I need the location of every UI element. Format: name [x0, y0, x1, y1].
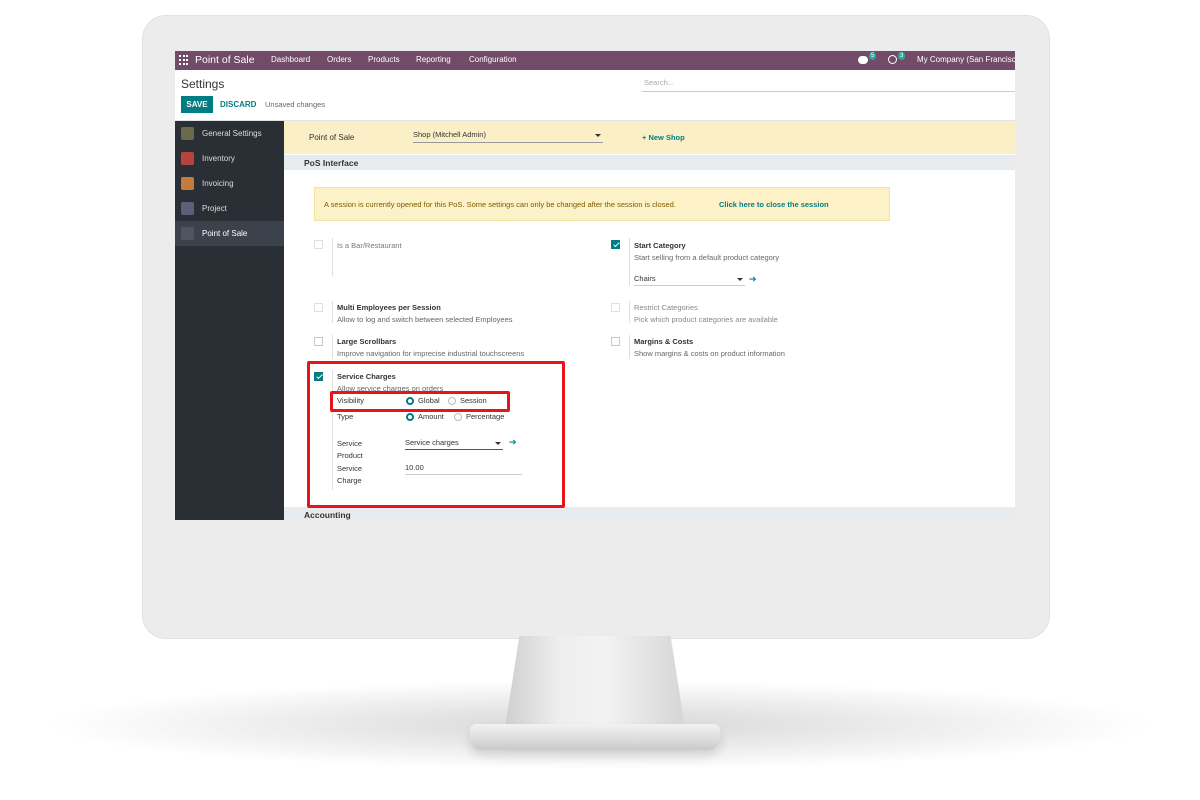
chat-icon[interactable]	[858, 56, 868, 64]
menu-configuration[interactable]: Configuration	[469, 55, 517, 64]
app-name[interactable]: Point of Sale	[195, 54, 255, 66]
close-session-link[interactable]: Click here to close the session	[719, 200, 829, 209]
shop-select[interactable]: Shop (Mitchell Admin)	[413, 130, 603, 143]
discard-button[interactable]: DISCARD	[220, 100, 256, 109]
invoice-icon	[181, 177, 194, 190]
divider	[332, 301, 333, 323]
large-scrollbars-title: Large Scrollbars	[337, 337, 397, 346]
settings-sidebar: General Settings Inventory Invoicing Pro…	[175, 121, 284, 520]
divider	[629, 301, 630, 323]
margins-costs-title: Margins & Costs	[634, 337, 694, 346]
new-shop-link[interactable]: + New Shop	[642, 133, 685, 142]
bar-restaurant-checkbox[interactable]	[314, 240, 323, 249]
restrict-categories-desc: Pick which product categories are availa…	[634, 315, 778, 324]
sidebar-item-project[interactable]: Project	[175, 196, 284, 221]
divider	[332, 238, 333, 276]
control-panel: Settings Search... SAVE DISCARD Unsaved …	[175, 70, 1015, 121]
service-charges-highlight-box	[307, 361, 565, 508]
visibility-highlight-box	[330, 391, 510, 412]
sidebar-item-label: Invoicing	[202, 179, 234, 188]
menu-orders[interactable]: Orders	[327, 55, 351, 64]
menu-products[interactable]: Products	[368, 55, 400, 64]
multi-employees-desc: Allow to log and switch between selected…	[337, 315, 513, 324]
save-button[interactable]: SAVE	[181, 96, 213, 113]
section-accounting: Accounting	[284, 507, 1015, 520]
menu-reporting[interactable]: Reporting	[416, 55, 451, 64]
restrict-categories-checkbox[interactable]	[611, 303, 620, 312]
company-switcher[interactable]: My Company (San Francisco)	[917, 55, 1015, 64]
start-category-value: Chairs	[634, 274, 656, 283]
divider	[332, 335, 333, 359]
shop-select-value: Shop (Mitchell Admin)	[413, 130, 486, 139]
session-warning: A session is currently opened for this P…	[314, 187, 890, 221]
sidebar-item-label: Project	[202, 204, 227, 213]
page-title: Settings	[181, 77, 225, 91]
activity-clock-icon[interactable]	[888, 55, 897, 64]
unsaved-status: Unsaved changes	[265, 100, 326, 109]
sidebar-item-label: Point of Sale	[202, 229, 248, 238]
messages-count-badge: 5	[869, 52, 877, 60]
start-category-select[interactable]: Chairs	[634, 274, 745, 286]
sidebar-item-general-settings[interactable]: General Settings	[175, 121, 284, 146]
sidebar-item-label: Inventory	[202, 154, 235, 163]
menu-dashboard[interactable]: Dashboard	[271, 55, 310, 64]
large-scrollbars-desc: Improve navigation for imprecise industr…	[337, 349, 525, 358]
search-input[interactable]: Search...	[642, 74, 1015, 92]
sidebar-item-invoicing[interactable]: Invoicing	[175, 171, 284, 196]
section-pos-interface: PoS Interface	[284, 155, 1015, 170]
shop-label: Point of Sale	[309, 133, 355, 142]
app-menu-icon[interactable]	[179, 55, 189, 65]
bar-restaurant-title: Is a Bar/Restaurant	[337, 241, 402, 250]
puzzle-icon	[181, 202, 194, 215]
sidebar-item-label: General Settings	[202, 129, 262, 138]
start-category-checkbox[interactable]	[611, 240, 620, 249]
restrict-categories-title: Restrict Categories	[634, 303, 698, 312]
boxes-icon	[181, 152, 194, 165]
divider	[629, 238, 630, 286]
store-icon	[181, 227, 194, 240]
margins-costs-desc: Show margins & costs on product informat…	[634, 349, 785, 358]
activities-count-badge: 3	[898, 52, 906, 60]
gear-icon	[181, 127, 194, 140]
arrow-right-icon[interactable]: ➔	[749, 274, 757, 285]
monitor-stand-base	[470, 724, 720, 750]
monitor-stand-neck	[505, 636, 685, 728]
top-navbar: Point of Sale Dashboard Orders Products …	[175, 51, 1015, 70]
sidebar-item-point-of-sale[interactable]: Point of Sale	[175, 221, 284, 246]
screen: Point of Sale Dashboard Orders Products …	[175, 51, 1015, 520]
chevron-down-icon	[595, 134, 601, 137]
sidebar-item-inventory[interactable]: Inventory	[175, 146, 284, 171]
multi-employees-checkbox[interactable]	[314, 303, 323, 312]
margins-costs-checkbox[interactable]	[611, 337, 620, 346]
large-scrollbars-checkbox[interactable]	[314, 337, 323, 346]
warning-message: A session is currently opened for this P…	[324, 200, 676, 209]
start-category-desc: Start selling from a default product cat…	[634, 253, 780, 262]
chevron-down-icon	[737, 278, 743, 281]
divider	[629, 335, 630, 359]
start-category-title: Start Category	[634, 241, 686, 250]
shop-bar: Point of Sale Shop (Mitchell Admin) + Ne…	[284, 121, 1015, 154]
multi-employees-title: Multi Employees per Session	[337, 303, 441, 312]
